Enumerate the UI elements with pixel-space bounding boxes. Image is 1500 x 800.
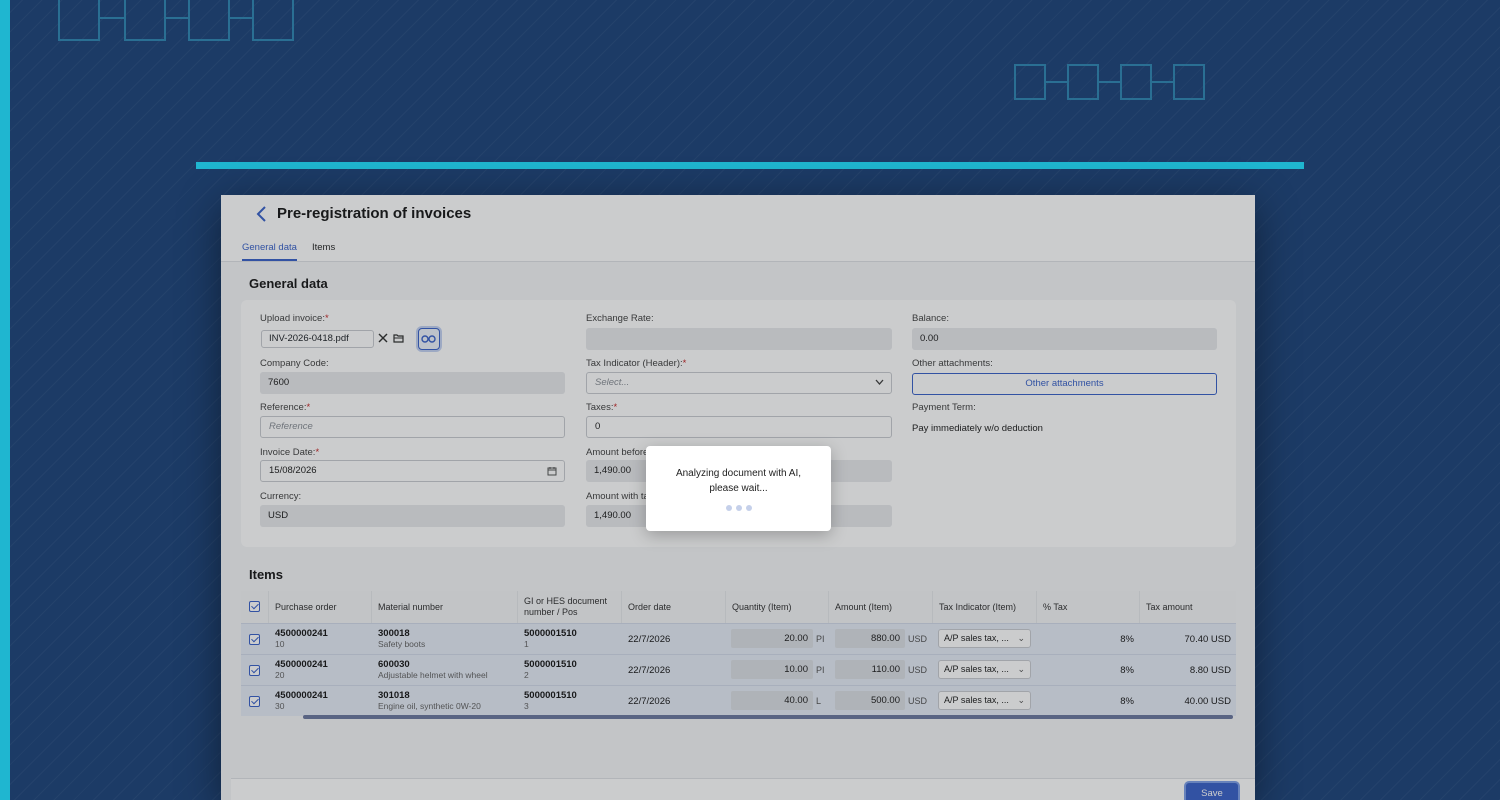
- circuit-decoration-top-left: [58, 0, 294, 41]
- loading-message: Analyzing document with AI, please wait..…: [675, 468, 802, 494]
- cyan-divider-bar: [196, 162, 1304, 169]
- circuit-decoration-top-right: [1014, 64, 1205, 100]
- ai-analysis-loading-dialog: Analyzing document with AI, please wait..…: [646, 446, 831, 531]
- loading-dots-icon: [724, 505, 754, 513]
- app-window: Pre-registration of invoices General dat…: [221, 195, 1255, 800]
- left-accent-strip: [0, 0, 10, 800]
